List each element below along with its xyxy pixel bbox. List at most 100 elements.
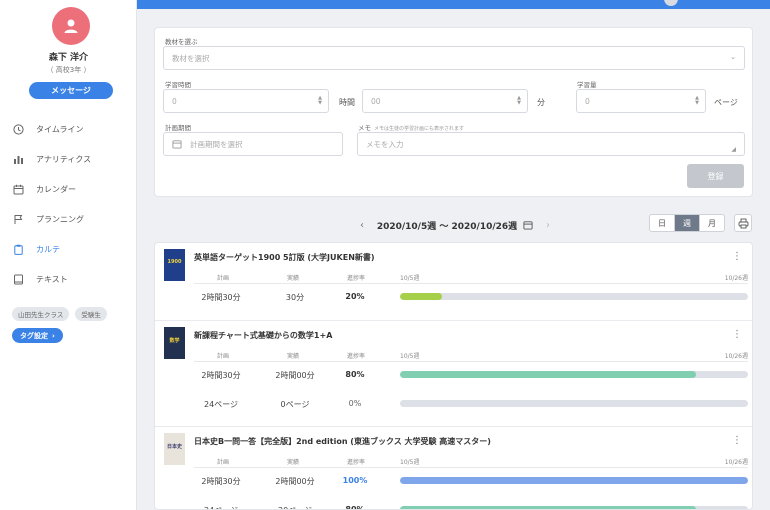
minutes-unit: 分: [537, 98, 545, 107]
tag-badge[interactable]: 山田先生クラス: [12, 307, 70, 321]
calendar-icon[interactable]: [523, 220, 533, 230]
book-item: 数学 新課程チャート式基礎からの数学1+A ⋮ 計画 実績 進捗率 10/5週 10/26週 2…: [155, 320, 752, 426]
amount-unit: ページ: [714, 98, 738, 107]
actual-header: 実績: [287, 459, 300, 466]
stepper-icon[interactable]: ▲ ▼: [318, 96, 322, 106]
plan-header: 計画: [217, 353, 230, 360]
book-item: 1900 英単語ターゲット1900 5訂版 (大学JUKEN新書) ⋮ 計画 実績 進捗率…: [155, 243, 752, 320]
study-amount-label: 学習量: [577, 81, 597, 89]
plan-cell: 24ページ: [197, 505, 245, 509]
progress-bar-fill: [400, 371, 696, 378]
printer-icon: [738, 218, 748, 228]
book-title[interactable]: 英単語ターゲット1900 5訂版 (大学JUKEN新書): [194, 252, 375, 263]
plan-period-placeholder: 計画期間を選択: [190, 139, 243, 149]
avatar: [52, 7, 90, 45]
tag-list: 山田先生クラス 受験生: [12, 307, 132, 321]
plan-period-input[interactable]: 計画期間を選択: [163, 132, 343, 156]
stepper-icon[interactable]: ▲ ▼: [517, 96, 521, 106]
next-week-button[interactable]: ›: [546, 220, 550, 231]
sidebar-item-karte[interactable]: カルテ: [0, 234, 137, 264]
start-week-header: 10/5週: [400, 459, 420, 466]
stepper-icon[interactable]: ▲ ▼: [695, 96, 699, 106]
book-title[interactable]: 日本史B一問一答【完全版】2nd edition (東進ブックス 大学受験 高速…: [194, 436, 491, 447]
end-week-header: 10/26週: [724, 275, 748, 282]
progress-bar: [400, 293, 748, 300]
flag-icon: [12, 213, 24, 225]
book-cover-image: 数学: [164, 327, 185, 359]
tag-badge[interactable]: 受験生: [75, 307, 107, 321]
more-options-icon[interactable]: ⋮: [732, 435, 742, 446]
plan-cell: 2時間30分: [201, 293, 241, 302]
sidebar-item-timeline[interactable]: タイムライン: [0, 114, 137, 144]
plan-cell: 2時間30分: [201, 477, 241, 486]
plan-period-label: 計画期間: [165, 124, 191, 132]
sidebar-item-text[interactable]: テキスト: [0, 264, 137, 294]
resize-handle-icon[interactable]: ◢: [731, 146, 736, 153]
user-grade: （ 高校3年 ）: [46, 66, 91, 74]
material-select[interactable]: 教材を選択 ⌄: [163, 46, 745, 70]
sidebar: 森下 洋介 （ 高校3年 ） メッセージ タイムライン アナリティクス カレンダ…: [0, 0, 137, 510]
view-toggle: 日 週 月: [649, 214, 725, 232]
more-options-icon[interactable]: ⋮: [732, 251, 742, 262]
sidebar-item-calendar[interactable]: カレンダー: [0, 174, 137, 204]
view-month-button[interactable]: 月: [700, 215, 724, 231]
progress-bar: [400, 477, 748, 484]
clipboard-icon: [12, 243, 24, 255]
material-label: 教材を選ぶ: [165, 38, 198, 46]
book-item: 日本史 日本史B一問一答【完全版】2nd edition (東進ブックス 大学受験…: [155, 426, 752, 510]
week-range-text: 2020/10/5週 〜 2020/10/26週: [376, 221, 518, 232]
week-navigator: ‹ 2020/10/5週 〜 2020/10/26週 ›: [360, 217, 550, 233]
sidebar-item-label: カルテ: [36, 244, 60, 254]
minutes-input[interactable]: 00 ▲ ▼: [362, 89, 528, 113]
header-divider: [194, 361, 748, 362]
hours-input[interactable]: 0 ▲ ▼: [163, 89, 329, 113]
progress-bar: [400, 506, 748, 509]
study-plan-form: 教材を選ぶ 教材を選択 ⌄ 学習時間 0 ▲ ▼ 時間 00 ▲ ▼ 分 学習量 0…: [154, 27, 753, 197]
chevron-down-icon: ⌄: [730, 53, 736, 61]
sidebar-item-planning[interactable]: プランニング: [0, 204, 137, 234]
account-avatar[interactable]: [664, 0, 678, 6]
user-name: 森下 洋介: [48, 53, 89, 63]
sidebar-item-label: アナリティクス: [36, 154, 92, 164]
book-progress-list: 1900 英単語ターゲット1900 5訂版 (大学JUKEN新書) ⋮ 計画 実績 進捗率…: [154, 242, 753, 510]
message-button[interactable]: メッセージ: [29, 82, 113, 99]
rate-cell: 0%: [348, 399, 362, 408]
plan-cell: 24ページ: [203, 400, 239, 409]
amount-input[interactable]: 0 ▲ ▼: [576, 89, 706, 113]
start-week-header: 10/5週: [400, 353, 420, 360]
bar-chart-icon: [12, 153, 24, 165]
chevron-right-icon: ›: [52, 331, 55, 340]
top-bar: [137, 0, 770, 9]
sidebar-item-label: テキスト: [36, 274, 68, 284]
book-cover-text: 日本史: [166, 444, 182, 450]
view-week-button[interactable]: 週: [675, 215, 700, 231]
rate-cell: 80%: [345, 370, 365, 379]
clock-icon: [12, 123, 24, 135]
header-divider: [194, 283, 748, 284]
book-icon: [12, 273, 24, 285]
rate-cell: 80%: [345, 505, 365, 510]
calendar-icon: [12, 183, 24, 195]
actual-cell: 2時間00分: [275, 477, 315, 486]
print-button[interactable]: [734, 214, 752, 232]
rate-header: 進捗率: [347, 353, 366, 360]
actual-cell: 30分: [285, 293, 305, 302]
register-button[interactable]: 登録: [687, 164, 744, 188]
book-cover-text: 数学: [169, 338, 180, 344]
sidebar-item-analytics[interactable]: アナリティクス: [0, 144, 137, 174]
amount-value: 0: [585, 96, 590, 106]
progress-bar: [400, 400, 748, 407]
prev-week-button[interactable]: ‹: [360, 220, 364, 231]
progress-bar: [400, 371, 748, 378]
more-options-icon[interactable]: ⋮: [732, 329, 742, 340]
hours-value: 0: [172, 96, 177, 106]
start-week-header: 10/5週: [400, 275, 420, 282]
tag-settings-button[interactable]: タグ設定 ›: [12, 328, 63, 343]
user-icon: [64, 19, 78, 33]
book-title[interactable]: 新課程チャート式基礎からの数学1+A: [194, 330, 332, 341]
progress-bar-fill: [400, 506, 696, 509]
view-day-button[interactable]: 日: [650, 215, 675, 231]
memo-input[interactable]: メモを入力 ◢: [357, 132, 745, 156]
study-time-label: 学習時間: [165, 81, 191, 89]
rate-header: 進捗率: [347, 459, 366, 466]
